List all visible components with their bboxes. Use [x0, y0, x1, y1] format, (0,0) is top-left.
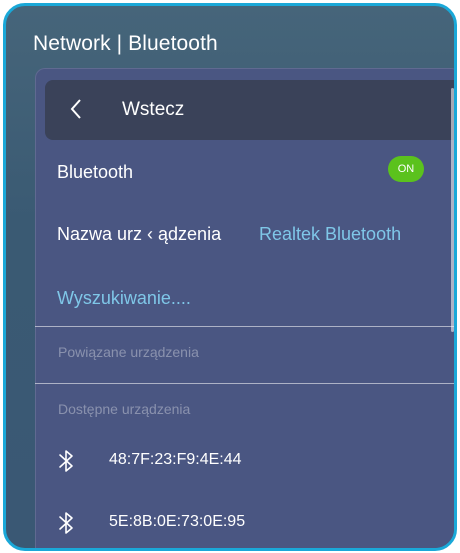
paired-devices-header: Powiązane urządzenia — [58, 344, 199, 360]
device-address: 48:7F:23:F9:4E:44 — [109, 451, 242, 468]
settings-panel: Wstecz Bluetooth ON Nazwa urz ‹ ądzenia … — [35, 68, 454, 548]
search-link[interactable]: Wyszukiwanie.... — [57, 288, 191, 309]
bluetooth-toggle[interactable]: ON — [388, 156, 424, 182]
bluetooth-icon — [59, 512, 73, 534]
available-devices-header: Dostępne urządzenia — [58, 401, 191, 417]
back-label: Wstecz — [122, 99, 185, 120]
device-row[interactable]: 5E:8B:0E:73:0E:95 — [35, 499, 454, 547]
bluetooth-label: Bluetooth — [57, 162, 134, 182]
device-name-label: Nazwa urz ‹ ądzenia — [57, 224, 222, 244]
divider — [35, 383, 454, 384]
device-row[interactable]: 48:7F:23:F9:4E:44 — [35, 437, 454, 485]
chevron-left-icon — [70, 99, 81, 119]
divider — [35, 326, 454, 327]
device-name-value: Realtek Bluetooth — [259, 224, 402, 244]
page-title: Network | Bluetooth — [33, 32, 218, 55]
device-address: 5E:8B:0E:73:0E:95 — [109, 513, 246, 530]
bluetooth-icon — [59, 450, 73, 472]
window-frame: Network | Bluetooth Wstecz Bluetooth ON … — [3, 3, 457, 551]
scrollbar[interactable] — [451, 88, 454, 332]
back-button[interactable]: Wstecz — [45, 80, 454, 140]
